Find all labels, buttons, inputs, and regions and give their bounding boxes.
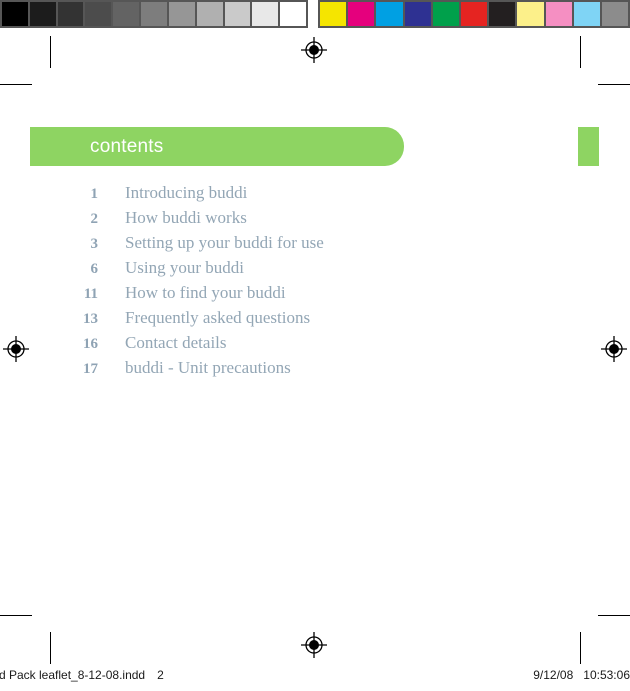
- grayscale-swatch-9: [252, 2, 279, 26]
- footer-page-number: 2: [157, 668, 164, 682]
- toc-entry[interactable]: 11 How to find your buddi: [0, 280, 630, 305]
- color-swatch-2: [376, 2, 403, 26]
- color-swatch-3: [404, 2, 431, 26]
- toc-page-number: 3: [90, 236, 99, 252]
- toc-page-number: 11: [83, 286, 98, 302]
- grayscale-swatch-8: [224, 2, 251, 26]
- color-swatch-1: [348, 2, 375, 26]
- toc-entry-label: Using your buddi: [125, 258, 244, 277]
- toc-page-number: 6: [90, 261, 99, 277]
- grayscale-swatch-0: [2, 2, 28, 26]
- crop-mark-bottom-left: [50, 632, 51, 664]
- color-swatch-6: [489, 2, 516, 26]
- registration-target-bottom: [301, 632, 327, 658]
- color-swatch-0: [320, 2, 347, 26]
- toc-entry[interactable]: 2 How buddi works: [0, 205, 630, 230]
- grayscale-step-wedge: [0, 0, 308, 28]
- toc-entry[interactable]: 6 Using your buddi: [0, 255, 630, 280]
- grayscale-swatch-10: [280, 2, 306, 26]
- grayscale-swatch-3: [85, 2, 112, 26]
- toc-entry-label: Setting up your buddi for use: [125, 233, 324, 252]
- grayscale-swatch-4: [113, 2, 140, 26]
- toc-entry[interactable]: 17 buddi - Unit precautions: [0, 355, 630, 380]
- color-swatch-9: [573, 2, 600, 26]
- footer-file-info: d Pack leaflet_8-12-08.indd 2: [0, 668, 164, 682]
- toc-entry-label: How buddi works: [125, 208, 247, 227]
- table-of-contents: 1 Introducing buddi 2 How buddi works 3 Setti…: [0, 180, 630, 380]
- toc-page-number: 1: [90, 186, 99, 202]
- color-swatch-4: [432, 2, 459, 26]
- toc-page-number: 17: [83, 361, 98, 377]
- toc-entry-label: How to find your buddi: [125, 283, 286, 302]
- color-swatch-8: [545, 2, 572, 26]
- footer-timestamp: 9/12/08 10:53:06: [533, 668, 630, 682]
- crop-mark-bottom-right: [580, 632, 581, 664]
- toc-entry-label: Frequently asked questions: [125, 308, 311, 327]
- registration-target-top: [301, 37, 327, 63]
- crop-mark-top-right: [580, 36, 581, 68]
- toc-page-number: 16: [83, 336, 98, 352]
- grayscale-swatch-2: [57, 2, 84, 26]
- color-swatch-5: [460, 2, 488, 26]
- contents-banner: contents: [30, 127, 404, 166]
- footer-date: 9/12/08: [533, 668, 574, 682]
- section-side-tab: [578, 127, 599, 166]
- grayscale-swatch-5: [141, 2, 167, 26]
- toc-page-number: 13: [83, 311, 98, 327]
- color-control-bar: [318, 0, 630, 28]
- toc-entry[interactable]: 13 Frequently asked questions: [0, 305, 630, 330]
- crop-mark-right-bottom: [598, 615, 630, 616]
- toc-entry[interactable]: 1 Introducing buddi: [0, 180, 630, 205]
- crop-mark-top-left: [50, 36, 51, 68]
- grayscale-swatch-6: [168, 2, 195, 26]
- color-swatch-10: [601, 2, 629, 26]
- grayscale-swatch-7: [196, 2, 223, 26]
- toc-page-number: 2: [90, 211, 99, 227]
- toc-entry-label: Introducing buddi: [125, 183, 248, 202]
- indesign-print-footer: d Pack leaflet_8-12-08.indd 2 9/12/08 10:5…: [0, 668, 630, 688]
- toc-entry-label: buddi - Unit precautions: [125, 358, 291, 377]
- toc-entry[interactable]: 3 Setting up your buddi for use: [0, 230, 630, 255]
- footer-time: 10:53:06: [583, 668, 630, 682]
- color-swatch-7: [517, 2, 544, 26]
- footer-file-name: d Pack leaflet_8-12-08.indd: [0, 668, 146, 682]
- toc-entry-label: Contact details: [125, 333, 227, 352]
- toc-entry[interactable]: 16 Contact details: [0, 330, 630, 355]
- grayscale-swatch-1: [29, 2, 56, 26]
- leaflet-page: contents 1 Introducing buddi 2 How buddi wo…: [0, 84, 630, 615]
- page-title: contents: [90, 136, 164, 157]
- crop-mark-left-bottom: [0, 615, 32, 616]
